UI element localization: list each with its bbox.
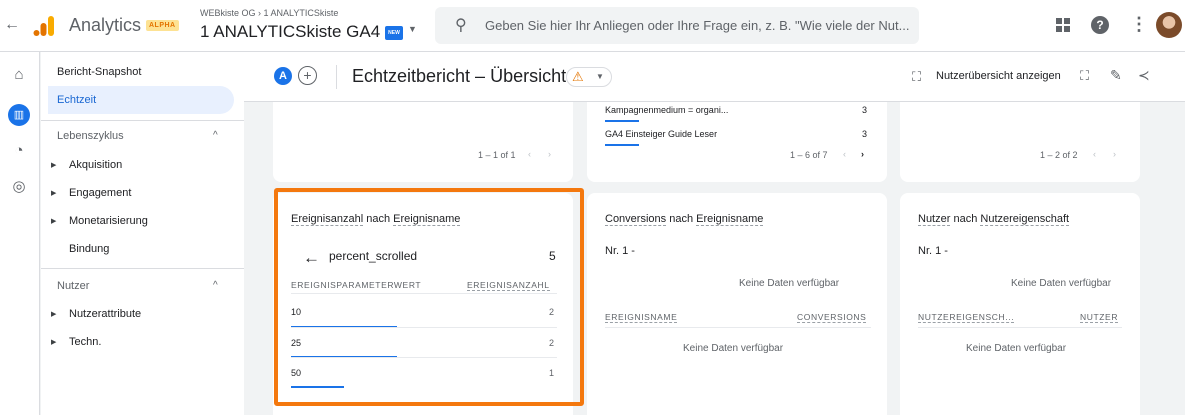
sidebar-group-user[interactable]: Nutzer [57,280,89,292]
user-view-button[interactable]: Nutzerübersicht anzeigen [936,70,1061,82]
user-view-icon[interactable]: ⛶ [912,69,921,85]
edit-icon[interactable]: ✎ [1110,67,1122,84]
chevron-down-icon[interactable]: ▼ [408,24,417,34]
avatar[interactable] [1156,12,1182,38]
sidebar-item-tech[interactable]: Techn. [69,336,101,348]
nav-rail: ⌂ ▥ ◔ ◎ [0,52,40,415]
sidebar-item-monetization[interactable]: Monetarisierung [69,215,148,227]
table-divider [605,327,871,328]
pager-label: 1 – 2 of 2 [1040,150,1078,160]
column-header-users[interactable]: NUTZER [1080,312,1119,323]
table-row-value: 3 [862,129,868,139]
users-card: Nutzer nach Nutzereigenschaft Nr. 1 - Ke… [900,193,1140,415]
sidebar-item-retention[interactable]: Bindung [69,243,109,255]
search-icon: ⚲ [455,17,467,34]
alpha-badge: ALPHA [146,20,179,31]
chevron-left-icon: ‹ [1093,149,1096,159]
page-header: A + Echtzeitbericht – Übersicht ⚠ ▼ ⛶ Nu… [244,52,1185,102]
top-app-bar: ← Analytics ALPHA WEBkiste OG › 1 ANALYT… [0,0,1185,52]
sidebar-item-user-attributes[interactable]: Nutzerattribute [69,308,141,320]
advertising-icon[interactable]: ◎ [8,176,30,198]
account-breadcrumb[interactable]: WEBkiste OG › 1 ANALYTICSkiste [200,8,338,18]
chevron-right-icon[interactable]: › [861,149,864,159]
rank-label: Nr. 1 - [605,245,635,257]
chevron-right-icon: › [548,149,551,159]
row-bar [605,120,639,122]
card-top-middle: Kampagnenmedium = organi... 3 GA4 Einste… [587,102,887,182]
more-vert-icon[interactable]: ⋮ [1130,14,1148,35]
back-arrow-icon[interactable]: ← [4,16,20,34]
expand-icon[interactable]: ▶ [51,189,56,197]
table-row-label: GA4 Einsteiger Guide Leser [605,129,718,139]
table-row-value: 3 [862,105,868,115]
no-data-label: Keine Daten verfügbar [966,343,1067,354]
sidebar-item-engagement[interactable]: Engagement [69,187,131,199]
home-icon[interactable]: ⌂ [8,64,30,86]
search-input[interactable]: Geben Sie hier Ihr Anliegen oder Ihre Fr… [485,18,915,33]
sidebar-item-realtime-label[interactable]: Echtzeit [57,94,96,106]
expand-icon[interactable]: ▶ [51,310,56,318]
new-badge: NEW [385,26,403,40]
apps-icon[interactable] [1056,18,1070,32]
no-data-label: Keine Daten verfügbar [1011,278,1112,289]
chevron-left-icon: ‹ [528,149,531,159]
card-top-left: 1 – 1 of 1 ‹ › [273,102,573,182]
fullscreen-icon[interactable]: ⛶ [1080,68,1089,84]
warning-icon: ⚠ [572,69,584,84]
no-data-label: Keine Daten verfügbar [683,343,784,354]
share-icon[interactable]: ≺ [1138,67,1150,84]
reports-icon[interactable]: ▥ [8,104,30,126]
sidebar-group-lifecycle[interactable]: Lebenszyklus [57,130,124,142]
header-divider [336,65,337,89]
add-comparison-button[interactable]: + [298,66,317,85]
expand-icon[interactable]: ▶ [51,217,56,225]
chevron-left-icon: ‹ [843,149,846,159]
column-header-conversions[interactable]: CONVERSIONS [797,312,867,323]
sidebar-item-snapshot[interactable]: Bericht-Snapshot [57,66,141,78]
column-header-name[interactable]: EREIGNISNAME [605,312,678,323]
app-name: Analytics [69,15,142,35]
card-top-right: 1 – 2 of 2 ‹ › [900,102,1140,182]
pager-label: 1 – 6 of 7 [790,150,828,160]
conversions-card: Conversions nach Ereignisname Nr. 1 - Ke… [587,193,887,415]
sidebar-divider [41,120,244,121]
table-divider [918,327,1122,328]
data-quality-chip[interactable]: ⚠ ▼ [566,67,612,87]
card-title[interactable]: Conversions nach Ereignisname [605,213,764,226]
comparison-chip[interactable]: A [274,67,292,85]
table-row-label: Kampagnenmedium = organi... [605,105,729,115]
chevron-up-icon[interactable]: ^ [213,280,218,291]
rank-label: Nr. 1 - [918,245,948,257]
page-title: Echtzeitbericht – Übersicht [352,66,567,86]
row-bar [605,144,639,146]
expand-icon[interactable]: ▶ [51,338,56,346]
chevron-right-icon: › [1113,149,1116,159]
chevron-up-icon[interactable]: ^ [213,130,218,141]
column-header-property[interactable]: NUTZEREIGENSCH... [918,312,1015,323]
help-icon[interactable]: ? [1091,16,1109,34]
explore-icon[interactable]: ◔ [8,140,30,162]
highlight-frame [274,188,584,406]
expand-icon[interactable]: ▶ [51,161,56,169]
search-bar[interactable]: ⚲ Geben Sie hier Ihr Anliegen oder Ihre … [435,7,919,44]
analytics-logo-icon[interactable] [33,14,55,38]
chevron-down-icon: ▼ [596,72,604,81]
property-selector[interactable]: 1 ANALYTICSkiste GA4 [200,22,380,42]
no-data-label: Keine Daten verfügbar [739,278,840,289]
sidebar-divider [41,268,244,269]
card-title[interactable]: Nutzer nach Nutzereigenschaft [918,213,1070,226]
report-sidebar: Bericht-Snapshot Echtzeit Lebenszyklus ^… [41,52,244,415]
pager-label: 1 – 1 of 1 [478,150,516,160]
sidebar-item-acquisition[interactable]: Akquisition [69,159,122,171]
